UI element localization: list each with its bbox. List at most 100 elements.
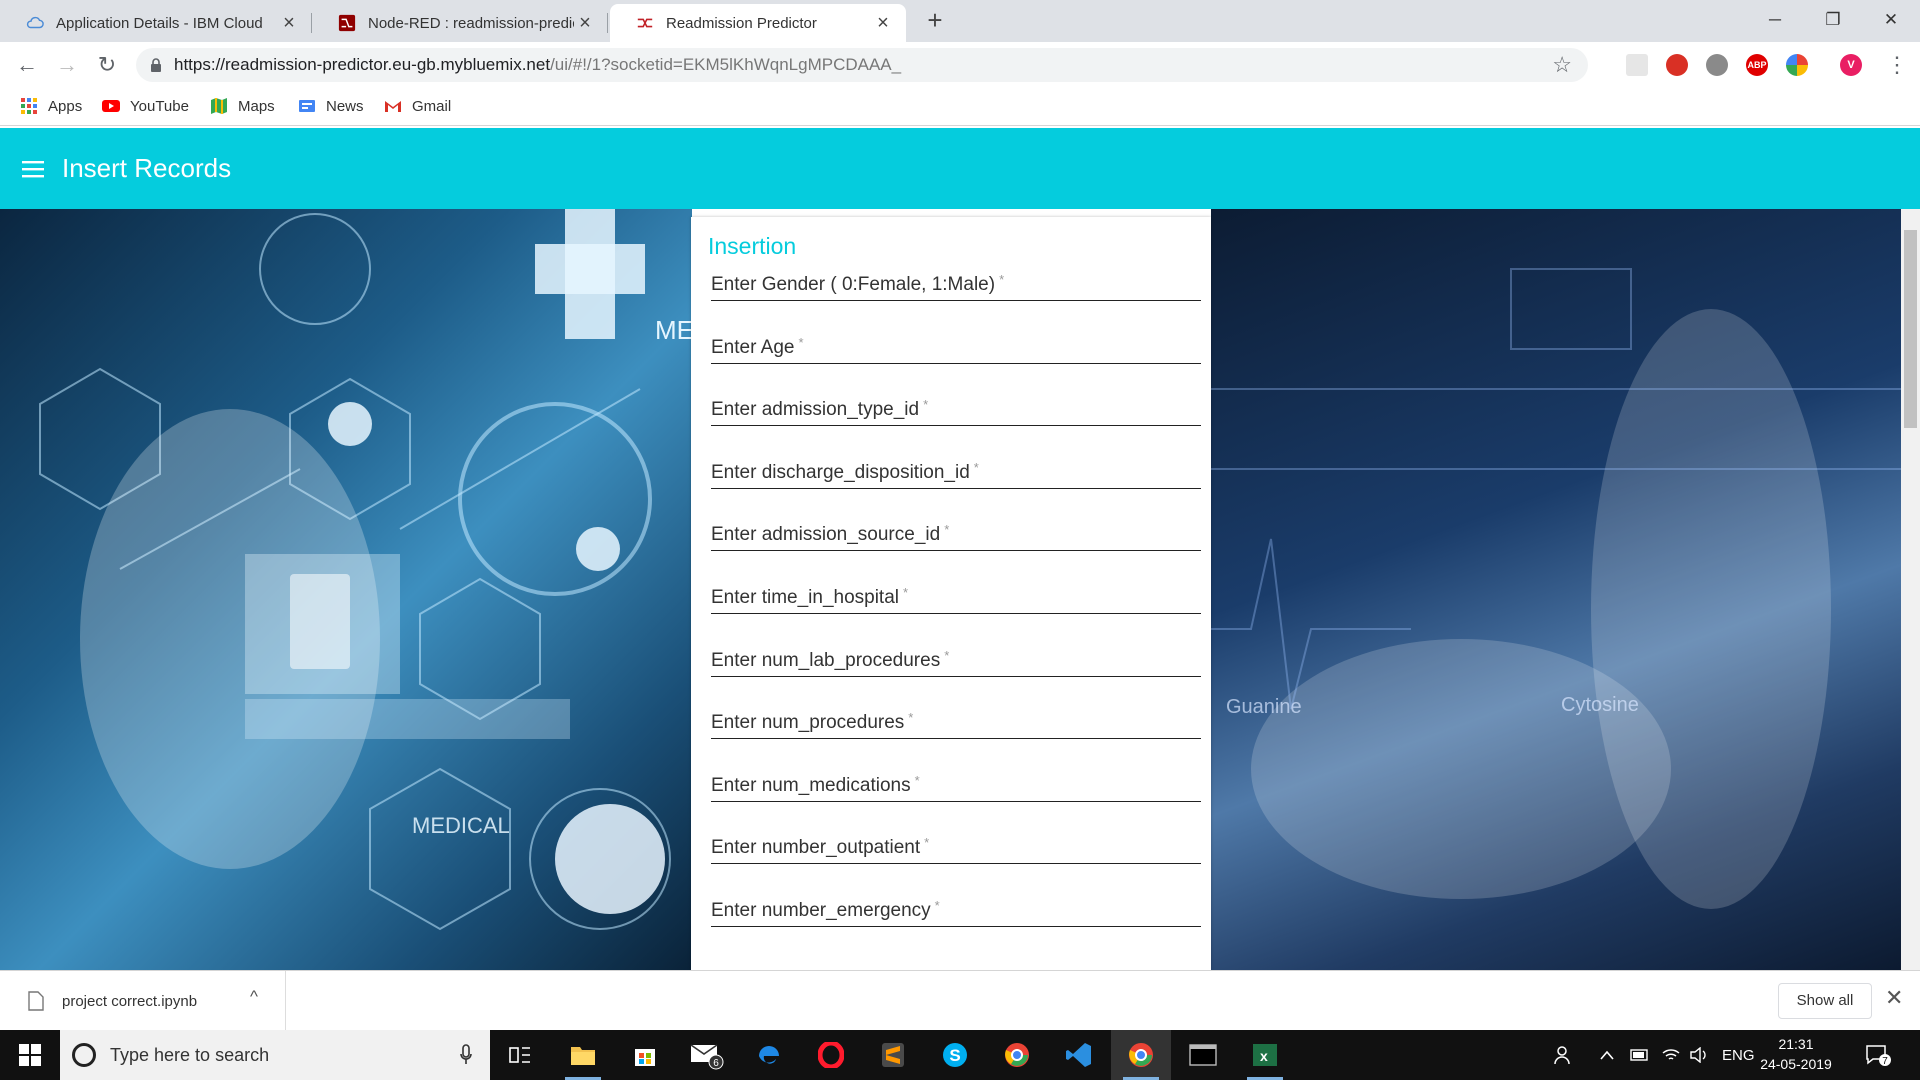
- field-label-wrapper: Enter num_lab_procedures *: [711, 648, 949, 672]
- profile-avatar[interactable]: V: [1840, 54, 1862, 76]
- notifications-icon[interactable]: 7: [1865, 1030, 1891, 1080]
- edge-icon[interactable]: [739, 1030, 799, 1080]
- language-indicator[interactable]: ENG: [1722, 1030, 1755, 1080]
- scrollbar-thumb[interactable]: [1904, 230, 1917, 428]
- mail-icon[interactable]: 6: [677, 1030, 737, 1080]
- wifi-icon[interactable]: [1662, 1030, 1680, 1080]
- taskbar-search-box[interactable]: Type here to search: [60, 1030, 490, 1080]
- chrome-active-icon[interactable]: [1111, 1030, 1171, 1080]
- people-icon[interactable]: [1554, 1030, 1574, 1080]
- file-explorer-icon[interactable]: [553, 1030, 613, 1080]
- sublime-text-icon[interactable]: [863, 1030, 923, 1080]
- terminal-icon[interactable]: [1173, 1030, 1233, 1080]
- microphone-icon[interactable]: [460, 1044, 472, 1066]
- form-input-field[interactable]: Enter discharge_disposition_id *: [711, 447, 1201, 489]
- svg-text:x: x: [1260, 1048, 1268, 1064]
- file-icon: [28, 991, 44, 1011]
- form-input-field[interactable]: Enter Age *: [711, 322, 1201, 364]
- cortana-icon: [72, 1043, 96, 1067]
- more-menu-icon[interactable]: ⋮: [1882, 50, 1912, 80]
- bookmark-star-icon[interactable]: ☆: [1552, 52, 1572, 78]
- chrome-icon[interactable]: [987, 1030, 1047, 1080]
- form-input-field[interactable]: Enter admission_type_id *: [711, 384, 1201, 427]
- tab-title: Node-RED : readmission-predictor: [368, 14, 574, 32]
- hamburger-menu-icon[interactable]: [22, 159, 48, 179]
- chevron-up-icon[interactable]: [1600, 1030, 1614, 1080]
- minimize-button[interactable]: ─: [1746, 0, 1804, 40]
- form-input-field[interactable]: Enter admission_source_id *: [711, 509, 1201, 552]
- required-asterisk: *: [999, 272, 1005, 287]
- bookmark-label: Gmail: [412, 97, 452, 115]
- clock-date: 24-05-2019: [1760, 1056, 1832, 1072]
- restore-button[interactable]: ❐: [1804, 0, 1862, 40]
- dna-keyboard-illustration: Guanine Cytosine: [1211, 268, 1901, 909]
- back-button[interactable]: ←: [12, 50, 42, 80]
- skype-icon[interactable]: S: [925, 1030, 985, 1080]
- close-icon[interactable]: ✕: [1885, 985, 1903, 1011]
- required-asterisk: *: [923, 397, 929, 413]
- field-label-wrapper: Enter admission_source_id *: [711, 522, 949, 546]
- dashboard-header: Insert Records: [0, 128, 1920, 209]
- field-label: Enter discharge_disposition_id: [711, 461, 970, 483]
- battery-icon[interactable]: [1630, 1030, 1650, 1080]
- volume-icon[interactable]: [1690, 1030, 1708, 1080]
- bookmark-gmail[interactable]: Gmail: [384, 94, 451, 118]
- form-input-field[interactable]: Enter number_emergency *: [711, 885, 1201, 927]
- address-bar[interactable]: https://readmission-predictor.eu-gb.mybl…: [136, 48, 1588, 82]
- adblock-icon[interactable]: ABP: [1746, 54, 1768, 76]
- bookmark-label: YouTube: [130, 97, 189, 115]
- window-close-button[interactable]: ✕: [1862, 0, 1920, 40]
- download-shelf: project correct.ipynb ^ Show all ✕: [0, 970, 1920, 1031]
- excel-icon[interactable]: x: [1235, 1030, 1295, 1080]
- field-label-wrapper: Enter num_procedures *: [711, 710, 913, 734]
- gmail-icon: [385, 101, 401, 112]
- close-icon[interactable]: ×: [574, 12, 596, 34]
- cloud-extension-icon[interactable]: [1706, 54, 1728, 76]
- new-tab-button[interactable]: +: [920, 6, 950, 36]
- tab-strip: Application Details - IBM Cloud × Node-R…: [0, 0, 1920, 42]
- tab-node-red[interactable]: Node-RED : readmission-predictor ×: [312, 4, 608, 42]
- insertion-form-card: Insertion Enter Gender ( 0:Female, 1:Mal…: [691, 217, 1211, 970]
- pocket-icon[interactable]: [1626, 54, 1648, 76]
- field-label: Enter num_medications: [711, 774, 911, 796]
- taskbar-clock[interactable]: 21:31 24-05-2019: [1760, 1034, 1832, 1078]
- start-button[interactable]: [0, 1030, 60, 1080]
- close-icon[interactable]: ×: [872, 12, 894, 34]
- task-view-icon[interactable]: [490, 1030, 550, 1080]
- bookmarks-bar: Apps YouTube Maps News Gmail: [0, 86, 1920, 126]
- opera-icon[interactable]: [801, 1030, 861, 1080]
- bookmark-maps[interactable]: Maps: [210, 94, 275, 118]
- store-icon[interactable]: [615, 1030, 675, 1080]
- form-input-field[interactable]: Enter time_in_hospital *: [711, 572, 1201, 614]
- form-input-field[interactable]: Enter num_procedures *: [711, 697, 1201, 740]
- forward-button[interactable]: →: [52, 50, 82, 80]
- bookmark-apps[interactable]: Apps: [20, 94, 82, 118]
- field-label-wrapper: Enter number_emergency *: [711, 898, 940, 922]
- form-input-field[interactable]: Enter num_lab_procedures *: [711, 635, 1201, 677]
- field-label-wrapper: Enter Gender ( 0:Female, 1:Male) *: [711, 272, 1004, 296]
- close-icon[interactable]: ×: [278, 12, 300, 34]
- field-label-wrapper: Enter Age *: [711, 335, 804, 359]
- reload-button[interactable]: ↻: [92, 50, 122, 80]
- required-asterisk: *: [908, 710, 914, 726]
- browser-toolbar: ← → ↻ https://readmission-predictor.eu-g…: [0, 42, 1920, 86]
- field-label-wrapper: Enter time_in_hospital *: [711, 585, 908, 609]
- download-item[interactable]: project correct.ipynb ^: [0, 971, 286, 1031]
- bookmark-news[interactable]: News: [298, 94, 364, 118]
- tab-readmission-predictor[interactable]: Readmission Predictor ×: [610, 4, 906, 42]
- form-input-field[interactable]: Enter num_medications *: [711, 760, 1201, 802]
- show-all-button[interactable]: Show all: [1778, 983, 1872, 1019]
- field-label-wrapper: Enter num_medications *: [711, 773, 920, 797]
- form-input-field[interactable]: Enter number_outpatient *: [711, 822, 1201, 865]
- chevron-up-icon[interactable]: ^: [250, 987, 258, 1007]
- clock-time: 21:31: [1778, 1036, 1814, 1052]
- vscode-icon[interactable]: [1049, 1030, 1109, 1080]
- google-extension-icon[interactable]: [1786, 54, 1808, 76]
- card-title: Insertion: [708, 233, 797, 259]
- field-label: Enter num_lab_procedures: [711, 649, 941, 671]
- background-image-left: ME MEDICAL: [0, 209, 692, 970]
- tab-ibm-cloud[interactable]: Application Details - IBM Cloud ×: [0, 4, 312, 42]
- bookmark-youtube[interactable]: YouTube: [102, 94, 189, 118]
- form-input-field[interactable]: Enter Gender ( 0:Female, 1:Male) *: [711, 259, 1201, 301]
- cast-icon[interactable]: [1666, 54, 1688, 76]
